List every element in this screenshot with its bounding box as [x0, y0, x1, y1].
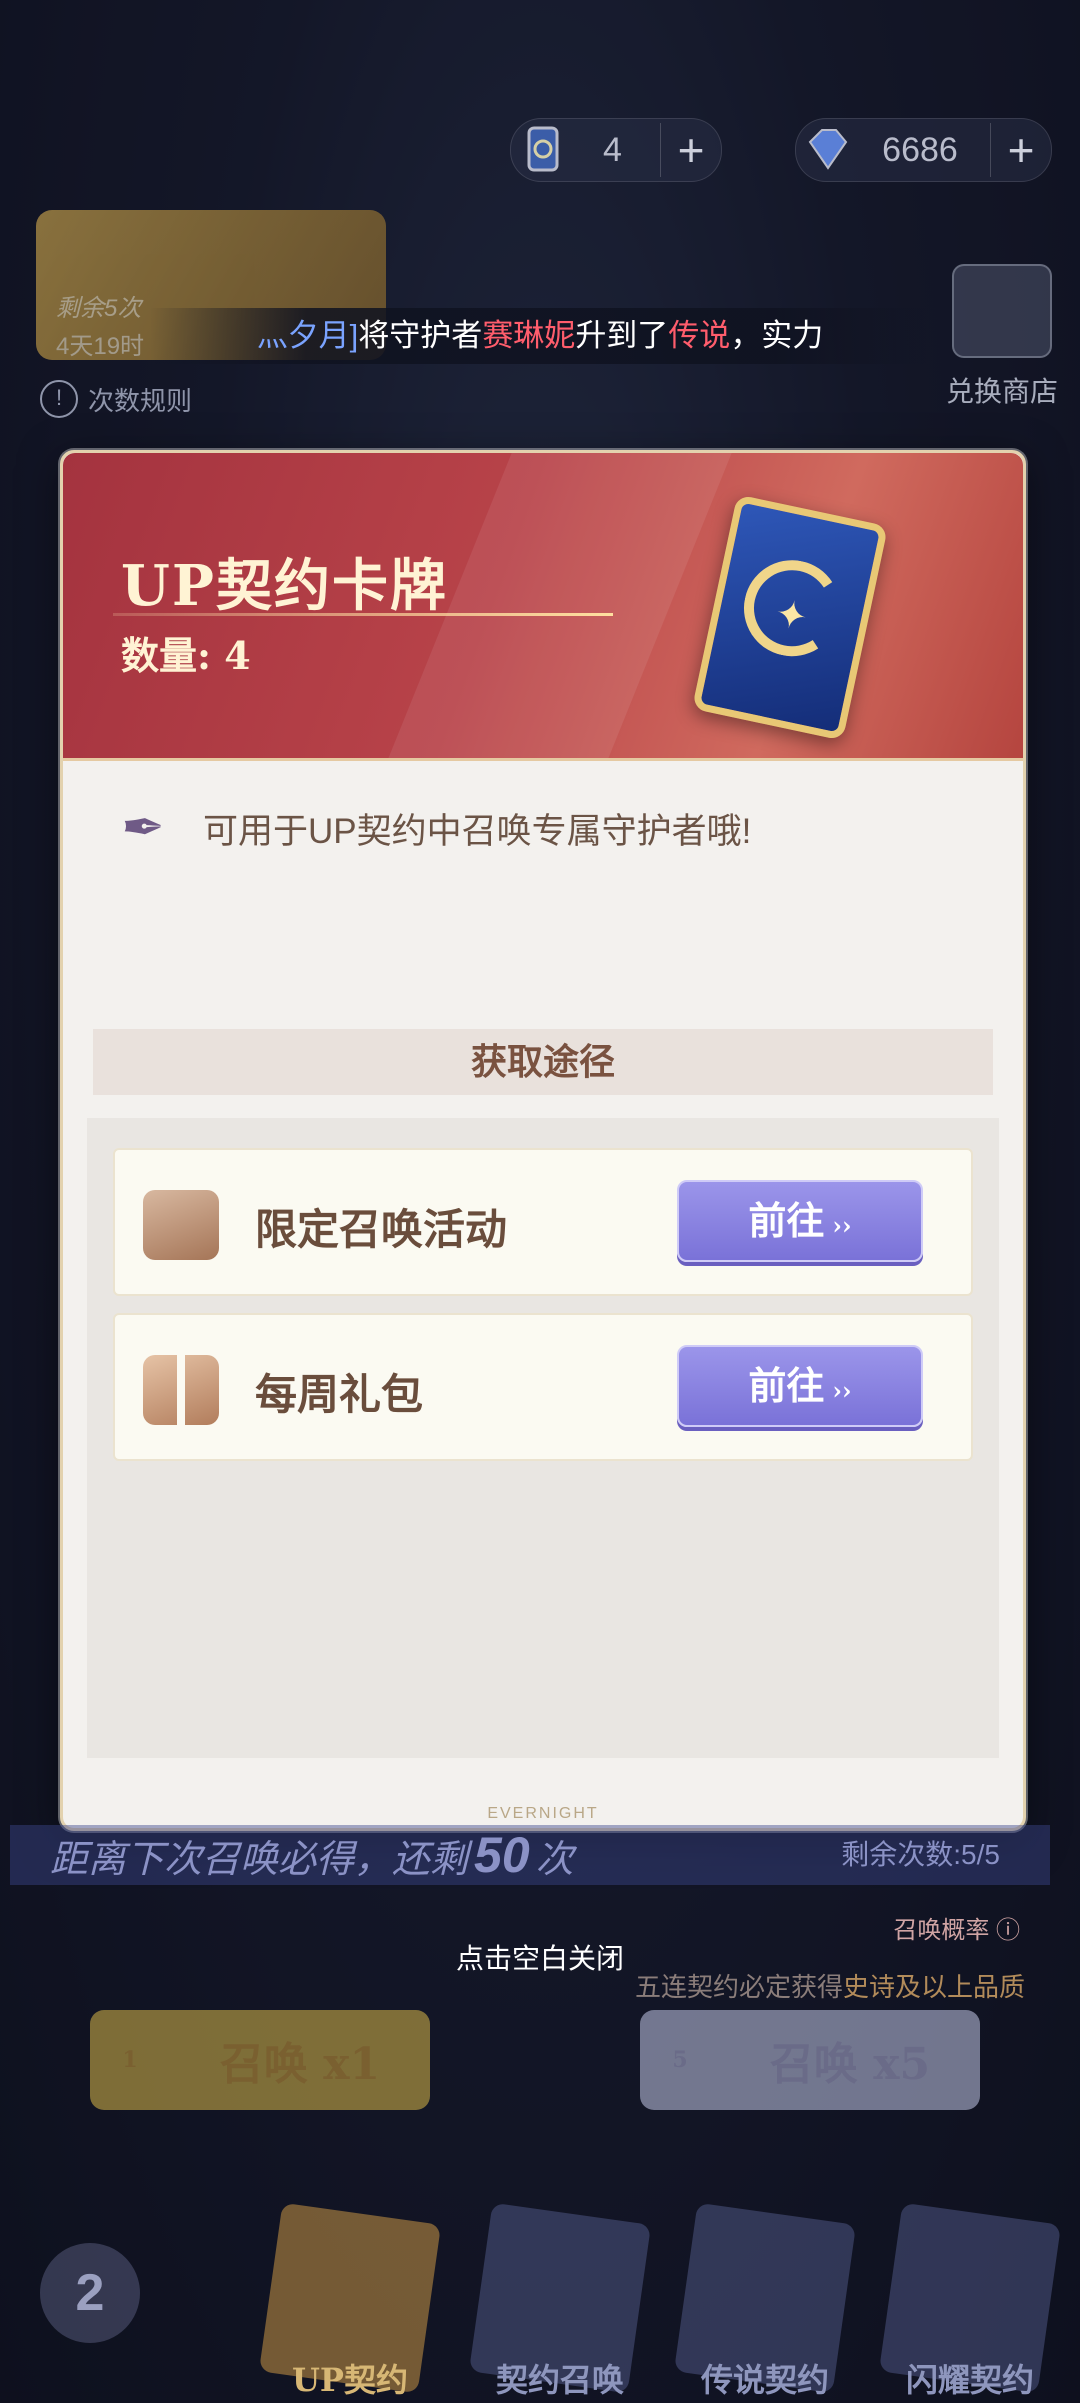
marquee-text: 将守护者: [358, 318, 483, 353]
go-button-label: 前往: [748, 1198, 825, 1243]
bottom-nav: 2 UP契约 契约召唤 传说契约 闪耀契约: [0, 2143, 1080, 2403]
money-bag-icon: [143, 1190, 219, 1260]
pull-label: 召唤 x5: [769, 2039, 931, 2090]
note-text: 五连契约必定获得: [634, 1972, 843, 2002]
tab-label: UP契约: [292, 2361, 408, 2399]
rate-label: 召唤概率: [893, 1917, 990, 1944]
rank-name: 传说: [668, 318, 731, 353]
chevron-right-icon: ››: [832, 1376, 852, 1405]
note-highlight: 史诗及以上品质: [842, 1972, 1025, 2002]
shop-icon: [951, 264, 1052, 358]
summon-card-icon: [527, 126, 559, 172]
event-timer: 4天19时: [56, 333, 145, 360]
go-button[interactable]: 前往 ››: [677, 1180, 923, 1262]
up-contract-card-icon: ✦: [691, 494, 889, 741]
summon-rate-link[interactable]: 召唤概率 ⓘ: [893, 1910, 1020, 1945]
item-banner: UP契约卡牌 数量: 4 ✦: [63, 453, 1023, 761]
quill-icon: ✒: [121, 799, 165, 857]
summon-x5-button[interactable]: 5 召唤 x5: [640, 2010, 980, 2110]
tab-label: 闪耀契约: [905, 2361, 1034, 2399]
pity-progress: 距离下次召唤必得，还剩 50 次 剩余次数:5/5: [10, 1825, 1050, 1885]
pity-number: 50: [474, 1827, 530, 1883]
marquee-text: ，实力: [730, 318, 824, 353]
chevron-right-icon: ››: [832, 1211, 852, 1240]
go-button-label: 前往: [748, 1363, 825, 1408]
shop-label: 兑换商店: [945, 376, 1058, 407]
tab-label: 传说契约: [700, 2361, 829, 2399]
tab-legend-contract[interactable]: 传说契约: [665, 2183, 865, 2403]
go-button[interactable]: 前往 ››: [677, 1345, 923, 1427]
diamond-icon: [808, 129, 848, 170]
item-description: ✒ 可用于UP契约中召唤专属守护者哦!: [113, 798, 751, 858]
pity-prefix: 距离下次召唤必得，还剩: [50, 1839, 469, 1881]
tab-contract-summon[interactable]: 契约召唤: [460, 2183, 660, 2403]
footer-watermark: EVERNIGHT: [487, 1805, 599, 1822]
summon-x1-button[interactable]: 1 召唤 x1: [90, 2010, 430, 2110]
guarantee-note: 五连契约必定获得史诗及以上品质: [635, 1967, 1025, 2004]
source-row: 限定召唤活动 前往 ››: [113, 1148, 973, 1296]
source-label: 限定召唤活动: [255, 1205, 508, 1254]
section-title: 获取途径: [93, 1029, 993, 1095]
tab-shine-contract[interactable]: 闪耀契约: [870, 2183, 1070, 2403]
pull-label: 召唤 x1: [219, 2039, 381, 2090]
gift-icon: [143, 1355, 219, 1425]
rules-link[interactable]: ! 次数规则: [40, 380, 192, 418]
info-icon: ⓘ: [996, 1917, 1020, 1944]
summon-card-counter: 4 +: [510, 118, 722, 182]
diamond-count: 6686: [882, 130, 958, 169]
guardian-name: 赛琳妮: [482, 318, 576, 353]
source-row: 每周礼包 前往 ››: [113, 1313, 973, 1461]
add-diamond-button[interactable]: +: [990, 123, 1051, 177]
event-remaining: 剩余5次: [56, 295, 142, 322]
exchange-shop-button[interactable]: 兑换商店: [946, 264, 1058, 410]
pull-cost: 1: [122, 2047, 138, 2073]
tab-label: 契约召唤: [495, 2361, 624, 2399]
item-count: 数量: 4: [121, 633, 251, 678]
announcement-marquee: 灬夕月]将守护者赛琳妮升到了传说，实力: [150, 308, 930, 364]
back-button[interactable]: 2: [40, 2243, 140, 2343]
player-name: 灬夕月]: [256, 318, 359, 353]
tab-up-contract[interactable]: UP契约: [250, 2183, 450, 2403]
summon-card-count: 4: [603, 130, 622, 169]
marquee-text: 升到了: [575, 318, 669, 353]
title-divider: [113, 613, 613, 616]
source-label: 每周礼包: [255, 1370, 424, 1419]
remaining-count: 剩余次数:5/5: [841, 1839, 1000, 1870]
description-text: 可用于UP契约中召唤专属守护者哦!: [203, 811, 752, 851]
pity-suffix: 次: [535, 1839, 574, 1881]
item-detail-modal: UP契约卡牌 数量: 4 ✦ ✒ 可用于UP契约中召唤专属守护者哦! 获取途径 …: [60, 450, 1026, 1831]
pull-cost: 5: [672, 2047, 688, 2073]
item-title: UP契约卡牌: [121, 553, 448, 619]
rules-label: 次数规则: [88, 385, 193, 416]
info-icon: !: [40, 380, 78, 418]
diamond-counter: 6686 +: [795, 118, 1052, 182]
add-summon-card-button[interactable]: +: [660, 123, 721, 177]
